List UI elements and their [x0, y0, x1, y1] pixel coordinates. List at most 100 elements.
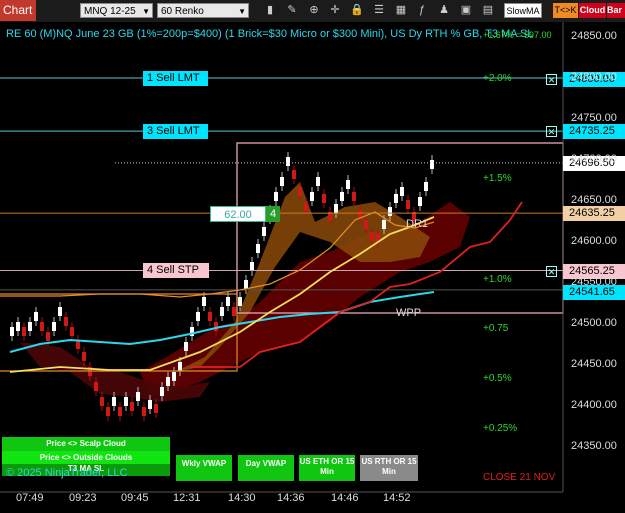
- price-tick: 24600.00: [571, 235, 617, 247]
- us-rth-or-button[interactable]: US RTH OR 15 Min: [360, 455, 418, 481]
- cancel-order-icon[interactable]: ✕: [546, 266, 557, 277]
- cloud-button[interactable]: Cloud: [579, 3, 606, 18]
- chart-trader-icon[interactable]: ▤: [480, 3, 496, 18]
- tk-button[interactable]: T<>K: [553, 3, 578, 18]
- renko-up-brick: [178, 362, 182, 371]
- time-tick: 14:30: [228, 492, 256, 504]
- price-marker-dr1: 24635.25: [563, 206, 625, 221]
- renko-up-brick: [262, 227, 266, 236]
- price-tick: 24500.00: [571, 317, 617, 329]
- renko-up-brick: [16, 322, 20, 331]
- lock-icon[interactable]: 🔒: [349, 3, 365, 18]
- renko-down-brick: [46, 332, 50, 341]
- time-tick: 14:46: [331, 492, 359, 504]
- chart-tab[interactable]: Chart: [0, 0, 36, 21]
- renko-up-brick: [112, 397, 116, 406]
- renko-up-brick: [172, 372, 176, 381]
- pct-level-top: +1.67% = 597.00: [483, 30, 552, 40]
- time-tick: 14:36: [277, 492, 305, 504]
- pct-level: +0.5%: [483, 373, 512, 384]
- slowma-button[interactable]: SlowMA: [504, 3, 542, 18]
- price-outside-clouds-button[interactable]: Price <> Outside Clouds: [2, 451, 170, 464]
- properties-icon[interactable]: ☰: [371, 3, 387, 18]
- renko-up-brick: [430, 160, 434, 169]
- price-marker-sell-lmt-3: 24735.25: [563, 124, 625, 139]
- renko-up-brick: [382, 220, 386, 229]
- renko-up-brick: [196, 312, 200, 321]
- cancel-order-icon[interactable]: ✕: [546, 126, 557, 137]
- bar-button[interactable]: Bar: [607, 3, 625, 18]
- renko-up-brick: [316, 177, 320, 186]
- renko-up-brick: [238, 297, 242, 306]
- renko-up-brick: [274, 192, 278, 201]
- renko-down-brick: [232, 307, 236, 316]
- bar-type-selector[interactable]: 60 Renko ▼: [157, 3, 249, 18]
- renko-down-brick: [100, 397, 104, 406]
- renko-up-brick: [400, 187, 404, 196]
- renko-up-brick: [160, 387, 164, 396]
- order-sell-stp-4[interactable]: 4 Sell STP: [143, 263, 209, 278]
- time-tick: 12:31: [173, 492, 201, 504]
- screenshot-icon[interactable]: ▣: [458, 3, 474, 18]
- time-tick: 14:52: [383, 492, 411, 504]
- renko-up-brick: [280, 177, 284, 186]
- pct-level: +1.0%: [483, 274, 512, 285]
- renko-down-brick: [130, 402, 134, 411]
- renko-up-brick: [424, 182, 428, 191]
- day-vwap-button[interactable]: Day VWAP: [238, 455, 294, 481]
- renko-up-brick: [58, 307, 62, 316]
- chart-header: RE 60 (M)NQ June 23 GB (1%=200p=$400) (1…: [6, 28, 534, 40]
- renko-down-brick: [64, 317, 68, 326]
- chart-toolbar: Chart MNQ 12-25 ▼ 60 Renko ▼ ▮ ✎ ⊕ ✛ 🔒 ☰ ▦…: [0, 0, 625, 23]
- renko-down-brick: [298, 187, 302, 196]
- renko-down-brick: [214, 322, 218, 331]
- renko-down-brick: [364, 220, 368, 229]
- instrument-selector[interactable]: MNQ 12-25 ▼: [80, 3, 153, 18]
- chevron-down-icon: ▼: [142, 7, 150, 16]
- us-eth-or-button[interactable]: US ETH OR 15 Min: [299, 455, 355, 481]
- renko-down-brick: [94, 382, 98, 391]
- cancel-order-icon[interactable]: ✕: [546, 74, 557, 85]
- renko-down-brick: [352, 192, 356, 201]
- bar-style-icon[interactable]: ▮: [262, 3, 278, 18]
- wkly-vwap-button[interactable]: Wkly VWAP: [176, 455, 232, 481]
- renko-down-brick: [106, 407, 110, 416]
- renko-up-brick: [226, 297, 230, 306]
- price-tick: 24850.00: [571, 30, 617, 42]
- price-tick: 24650.00: [571, 194, 617, 206]
- indicators-icon[interactable]: ƒ: [414, 3, 430, 18]
- crosshair-icon[interactable]: ✛: [327, 3, 343, 18]
- instrument-value: MNQ 12-25: [84, 6, 136, 17]
- renko-up-brick: [418, 197, 422, 206]
- wpp-label: WPP: [396, 307, 422, 319]
- renko-up-brick: [250, 262, 254, 271]
- renko-down-brick: [118, 407, 122, 416]
- position-average-price[interactable]: 62.00: [210, 206, 266, 222]
- renko-up-brick: [256, 244, 260, 253]
- strategies-icon[interactable]: ♟: [436, 3, 452, 18]
- renko-up-brick: [334, 204, 338, 213]
- grid-icon[interactable]: ▦: [393, 3, 409, 18]
- pct-level: +0.25%: [483, 423, 518, 434]
- zoom-icon[interactable]: ⊕: [306, 3, 322, 18]
- renko-up-brick: [310, 192, 314, 201]
- pencil-icon[interactable]: ✎: [284, 3, 300, 18]
- copyright-label: © 2025 NinjaTrader, LLC: [6, 467, 128, 479]
- renko-up-brick: [28, 322, 32, 331]
- close-label: CLOSE 21 NOV: [483, 472, 556, 483]
- renko-up-brick: [10, 327, 14, 336]
- order-sell-lmt-3[interactable]: 3 Sell LMT: [143, 124, 208, 139]
- renko-down-brick: [208, 312, 212, 321]
- renko-up-brick: [34, 312, 38, 321]
- renko-up-brick: [166, 377, 170, 386]
- renko-down-brick: [406, 200, 410, 209]
- renko-up-brick: [340, 192, 344, 201]
- renko-down-brick: [370, 232, 374, 241]
- position-quantity[interactable]: 4: [266, 206, 280, 222]
- renko-up-brick: [124, 397, 128, 406]
- time-tick: 09:23: [69, 492, 97, 504]
- renko-down-brick: [22, 327, 26, 336]
- order-sell-lmt-1[interactable]: 1 Sell LMT: [143, 71, 208, 86]
- price-scalp-cloud-button[interactable]: Price <> Scalp Cloud: [2, 437, 170, 451]
- renko-down-brick: [322, 194, 326, 203]
